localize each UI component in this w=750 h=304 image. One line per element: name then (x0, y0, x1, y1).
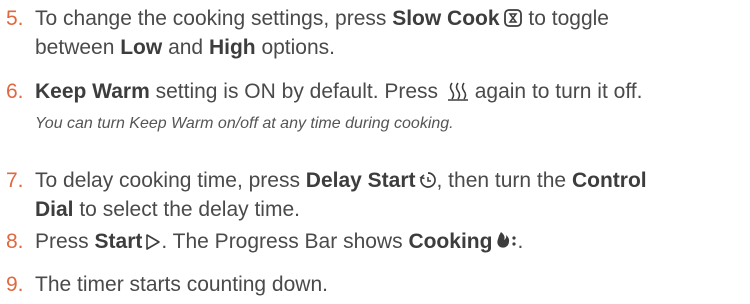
cooking-flame-icon (495, 229, 517, 259)
step-number: 9. (6, 273, 24, 296)
cooking-label: Cooking (408, 230, 493, 253)
keep-warm-note: You can turn Keep Warm on/off at any tim… (35, 115, 454, 132)
delay-start-label: Delay Start (305, 169, 416, 192)
step-number: 7. (6, 169, 24, 192)
dial-label: Dial (35, 198, 74, 221)
step-number: 6. (6, 80, 24, 103)
slow-cook-icon (503, 7, 523, 36)
step-number: 8. (6, 230, 24, 253)
start-icon (145, 230, 161, 259)
step-text: To change the cooking settings, press Sl… (35, 7, 609, 59)
keep-warm-icon (447, 80, 469, 109)
step-text: Press Start. The Progress Bar shows Cook… (35, 227, 747, 256)
high-label: High (208, 36, 256, 59)
step-number: 5. (6, 7, 24, 30)
step-text: The timer starts counting down. (35, 273, 328, 296)
delay-start-icon (418, 169, 437, 198)
step-text: Keep Warm setting is ON by default. Pres… (35, 77, 747, 106)
control-label: Control (571, 169, 647, 192)
keep-warm-label: Keep Warm (35, 80, 150, 103)
instruction-steps: 5. To change the cooking settings, press… (0, 0, 750, 304)
slow-cook-label: Slow Cook (392, 7, 500, 30)
step-text: To delay cooking time, press Delay Start… (35, 169, 647, 221)
low-label: Low (120, 36, 163, 59)
start-label: Start (94, 230, 143, 253)
